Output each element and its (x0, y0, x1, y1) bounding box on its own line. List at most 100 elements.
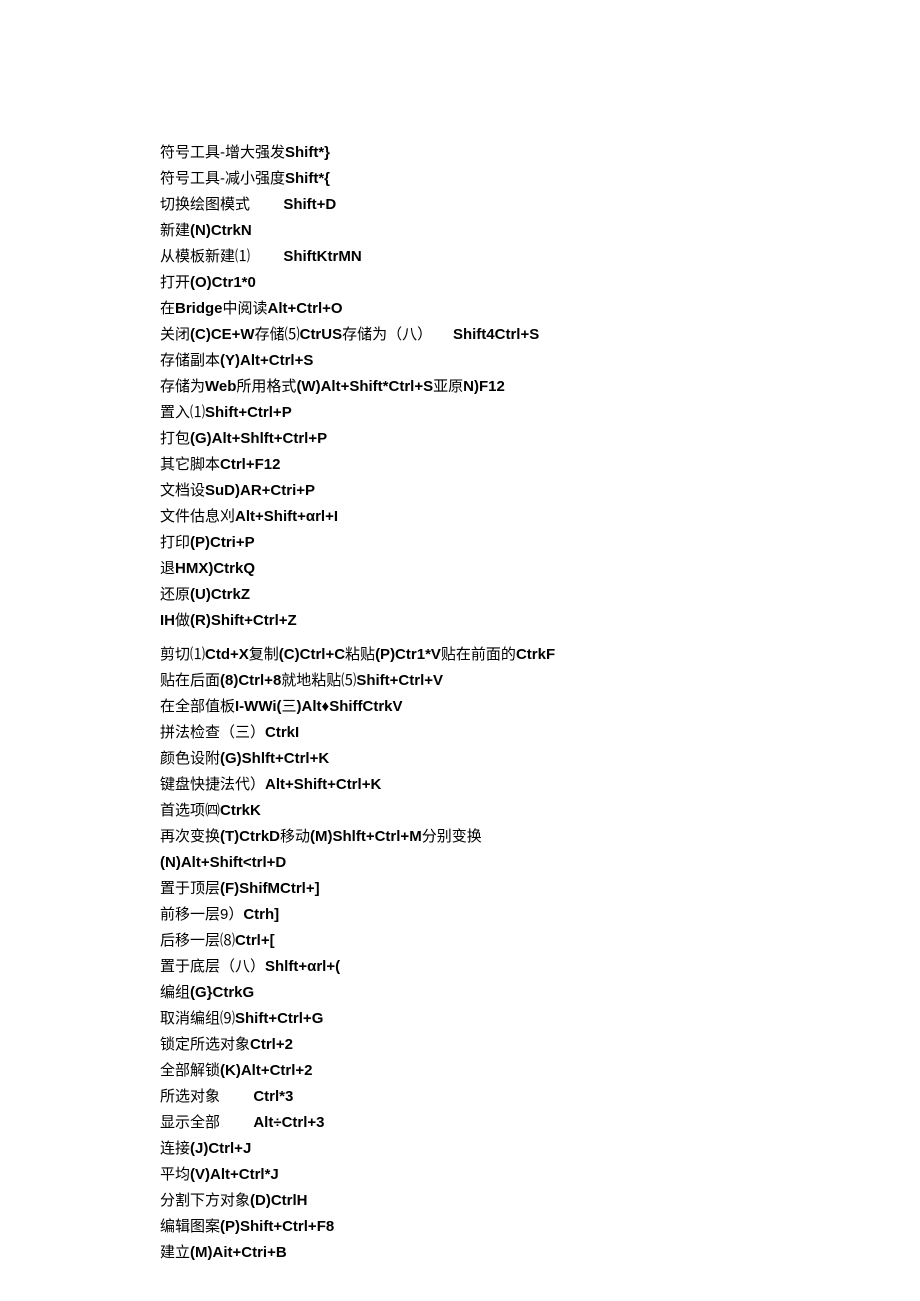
en-text: Shift*} (285, 144, 330, 161)
cn-text: 连接 (160, 1140, 190, 1157)
shortcut-line: 文档设SuD)AR+Ctri+P (160, 478, 920, 504)
cn-text: 符号工具-减小强度 (160, 170, 285, 187)
cn-text: 从模板新建⑴ (160, 248, 283, 265)
cn-text: 打开 (160, 274, 190, 291)
shortcut-line: 符号工具-增大强发Shift*} (160, 140, 920, 166)
shortcut-line: 锁定所选对象Ctrl+2 (160, 1032, 920, 1058)
en-text: (M)Shlft+Ctrl+M (310, 828, 422, 845)
en-text: Bridge (175, 300, 223, 317)
cn-text: 文件估息刈 (160, 508, 235, 525)
en-text: Alt+Shift+αrl+I (235, 508, 338, 525)
cn-text: 其它脚本 (160, 456, 220, 473)
cn-text: 置于底层（八） (160, 958, 265, 975)
cn-text: 存储副本 (160, 352, 220, 369)
shortcut-line: 分割下方对象(D)CtrlH (160, 1188, 920, 1214)
shortcut-line: 在全部值板I-WWi(三)Alt♦ShiffCtrkV (160, 694, 920, 720)
shortcut-line: 连接(J)Ctrl+J (160, 1136, 920, 1162)
cn-text: 存储为（八） (342, 326, 453, 343)
cn-text: 拼法检查（三） (160, 724, 265, 741)
shortcut-line: 键盘快捷法代）Alt+Shift+Ctrl+K (160, 772, 920, 798)
en-text: IH (160, 612, 175, 629)
en-text: (C)Ctrl+C (279, 646, 345, 663)
shortcut-line: 从模板新建⑴ ShiftKtrMN (160, 244, 920, 270)
cn-text: 键盘快捷法代） (160, 776, 265, 793)
shortcut-line: 颜色设附(G)Shlft+Ctrl+K (160, 746, 920, 772)
en-text: )Alt♦ShiffCtrkV (297, 698, 403, 715)
cn-text: 符号工具-增大强发 (160, 144, 285, 161)
cn-text: 切换绘图模式 (160, 196, 283, 213)
en-text: CtrkI (265, 724, 299, 741)
cn-text: 打印 (160, 534, 190, 551)
en-text: (K)Alt+Ctrl+2 (220, 1062, 313, 1079)
en-text: Ctrl+2 (250, 1036, 293, 1053)
cn-text: 存储⑸ (255, 326, 300, 343)
cn-text: 所选对象 (160, 1088, 253, 1105)
shortcut-line: 拼法检查（三）CtrkI (160, 720, 920, 746)
cn-text: 剪切⑴ (160, 646, 205, 663)
shortcut-line: 文件估息刈Alt+Shift+αrl+I (160, 504, 920, 530)
cn-text: 移动 (280, 828, 310, 845)
shortcut-line: 再次变换(T)CtrkD移动(M)Shlft+Ctrl+M分别变换 (160, 824, 920, 850)
shortcut-line: 后移一层⑻Ctrl+[ (160, 928, 920, 954)
cn-text: 在全部值板 (160, 698, 235, 715)
en-text: Alt+Shift+Ctrl+K (265, 776, 381, 793)
shortcut-line: 关闭(C)CE+W存储⑸CtrUS存储为（八） Shift4Ctrl+S (160, 322, 920, 348)
shortcut-line: 置于底层（八）Shlft+αrl+( (160, 954, 920, 980)
en-text: ShiftKtrMN (283, 248, 361, 265)
cn-text: 做 (175, 612, 190, 629)
en-text: I-WWi( (235, 698, 282, 715)
cn-text: 颜色设附 (160, 750, 220, 767)
shortcut-line: (N)Alt+Shift<trl+D (160, 850, 920, 876)
en-text: (Y)Alt+Ctrl+S (220, 352, 313, 369)
en-text: CtrUS (300, 326, 343, 343)
en-text: Ctd+X (205, 646, 249, 663)
shortcut-line: 剪切⑴Ctd+X复制(C)Ctrl+C粘贴(P)Ctr1*V贴在前面的CtrkF (160, 642, 920, 668)
cn-text: 全部解锁 (160, 1062, 220, 1079)
en-text: Web (205, 378, 236, 395)
en-text: Ctrl+F12 (220, 456, 280, 473)
en-text: Ctrh] (243, 906, 279, 923)
en-text: (C)CE+W (190, 326, 255, 343)
shortcut-line: IH做(R)Shift+Ctrl+Z (160, 608, 920, 634)
en-text: Alt+Ctrl+O (268, 300, 343, 317)
en-text: SuD)AR+Ctri+P (205, 482, 315, 499)
shortcut-line: 打包(G)Alt+Shlft+Ctrl+P (160, 426, 920, 452)
cn-text: 分割下方对象 (160, 1192, 250, 1209)
en-text: (T)CtrkD (220, 828, 280, 845)
en-text: (8)Ctrl+8 (220, 672, 281, 689)
shortcut-line: 编辑图案(P)Shift+Ctrl+F8 (160, 1214, 920, 1240)
shortcut-line: 存储副本(Y)Alt+Ctrl+S (160, 348, 920, 374)
cn-text: 在 (160, 300, 175, 317)
shortcut-line: 还原(U)CtrkZ (160, 582, 920, 608)
cn-text: 编组 (160, 984, 190, 1001)
cn-text: 后移一层⑻ (160, 932, 235, 949)
cn-text: 贴在前面的 (441, 646, 516, 663)
en-text: (P)Ctr1*V (375, 646, 441, 663)
blank-line (160, 634, 920, 642)
cn-text: 复制 (249, 646, 279, 663)
en-text: (U)CtrkZ (190, 586, 250, 603)
document-body: 符号工具-增大强发Shift*}符号工具-减小强度Shift*{切换绘图模式 S… (160, 140, 920, 1266)
en-text: Alt÷Ctrl+3 (253, 1114, 324, 1131)
shortcut-line: 全部解锁(K)Alt+Ctrl+2 (160, 1058, 920, 1084)
shortcut-line: 编组(G}CtrkG (160, 980, 920, 1006)
cn-text: 编辑图案 (160, 1218, 220, 1235)
en-text: Shift+Ctrl+G (235, 1010, 323, 1027)
cn-text: 首选项㈣ (160, 802, 220, 819)
en-text: (D)CtrlH (250, 1192, 308, 1209)
en-text: Shift+Ctrl+P (205, 404, 292, 421)
cn-text: 贴在后面 (160, 672, 220, 689)
shortcut-line: 置入⑴Shift+Ctrl+P (160, 400, 920, 426)
shortcut-line: 打印(P)Ctri+P (160, 530, 920, 556)
en-text: (R)Shift+Ctrl+Z (190, 612, 297, 629)
cn-text: 锁定所选对象 (160, 1036, 250, 1053)
en-text: (N)Alt+Shift<trl+D (160, 854, 286, 871)
en-text: Ctrl+[ (235, 932, 275, 949)
cn-text: 关闭 (160, 326, 190, 343)
en-text: (F)ShifMCtrl+] (220, 880, 320, 897)
shortcut-line: 退HMX)CtrkQ (160, 556, 920, 582)
cn-text: 文档设 (160, 482, 205, 499)
en-text: (N)CtrkN (190, 222, 252, 239)
cn-text: 粘贴 (345, 646, 375, 663)
en-text: (O)Ctr1*0 (190, 274, 256, 291)
